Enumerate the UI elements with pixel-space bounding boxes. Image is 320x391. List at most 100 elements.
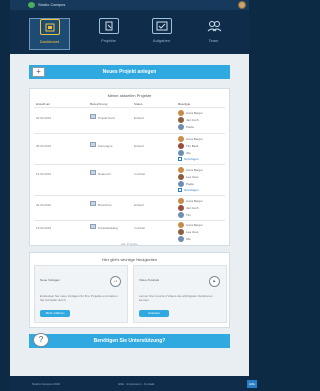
user-avatar-icon[interactable] xyxy=(238,1,246,9)
tip-body: Entdecken Sie neue Vorlagen für Ihre Pro… xyxy=(40,294,118,302)
row-name[interactable]: Relaunch xyxy=(98,172,111,176)
avatar xyxy=(178,150,184,156)
member-name: Anna Berger xyxy=(186,223,203,227)
footer-copyright: Studio Campus 2016 xyxy=(32,382,61,386)
member-name: Ole xyxy=(186,151,191,155)
play-icon[interactable]: ▶ xyxy=(209,276,220,287)
avatar xyxy=(178,117,184,123)
row-name[interactable]: Projekt Nord xyxy=(98,116,115,120)
add-member-icon[interactable] xyxy=(178,157,182,161)
new-project-button[interactable]: + Neues Projekt anlegen xyxy=(29,65,230,79)
member-name: Jan Koch xyxy=(186,206,199,210)
tip-title: Neue Vorlagen xyxy=(40,278,60,282)
column-header: Erstellt am xyxy=(36,102,51,106)
avatar xyxy=(178,174,184,180)
member-name: Tim Beck xyxy=(186,144,199,148)
member-name: Paula xyxy=(186,125,194,129)
row-status: Entwurf xyxy=(134,203,145,207)
column-header: Beteiligte xyxy=(178,102,191,106)
row-date: 19.02.2016 xyxy=(36,226,52,230)
row-name[interactable]: Produktkatalog xyxy=(98,226,118,230)
avatar xyxy=(178,167,184,173)
divider xyxy=(34,195,225,196)
avatar xyxy=(178,110,184,116)
tip-card: Neue Vorlagen +1 Entdecken Sie neue Vorl… xyxy=(34,265,128,323)
main-nav: Dashboard Projekte Aufgaben Team xyxy=(10,10,249,64)
divider xyxy=(34,220,225,221)
avatar xyxy=(178,136,184,142)
row-status: In Arbeit xyxy=(134,172,146,176)
row-date: 02.03.2016 xyxy=(36,203,52,207)
member-name: Anna Berger xyxy=(186,111,203,115)
divider xyxy=(34,164,225,165)
help-button[interactable]: ? Benötigen Sie Unterstützung? xyxy=(29,333,230,348)
row-date: 28.03.2016 xyxy=(36,144,52,148)
tips-title: Hier gibt's wichtige Neuigkeiten xyxy=(101,257,158,262)
project-thumbnail-icon xyxy=(90,201,96,206)
member-name: Tim xyxy=(186,213,191,217)
add-member-link[interactable]: hinzufügen xyxy=(184,157,199,161)
help-label: Benötigen Sie Unterstützung? xyxy=(93,338,166,344)
nav-projects[interactable]: Projekte xyxy=(88,18,129,50)
app-name: Studio Campus xyxy=(38,2,66,7)
nav-label: Dashboard xyxy=(39,39,60,44)
member-name: Anna Berger xyxy=(186,137,203,141)
nav-label: Aufgaben xyxy=(152,38,171,43)
row-name[interactable]: Broschüre xyxy=(98,203,112,207)
all-projects-link[interactable]: alle Projekte xyxy=(30,242,229,246)
row-date: 02.04.2016 xyxy=(36,116,52,120)
nav-dashboard[interactable]: Dashboard xyxy=(29,18,70,50)
member-name: Lea Voss xyxy=(186,230,199,234)
divider xyxy=(34,133,225,134)
tip-button[interactable]: Ansehen xyxy=(139,310,169,317)
avatar xyxy=(178,222,184,228)
project-thumbnail-icon xyxy=(90,114,96,119)
avatar xyxy=(178,229,184,235)
projects-icon xyxy=(98,18,119,34)
project-thumbnail-icon xyxy=(90,142,96,147)
footer-links[interactable]: Hilfe · Impressum · Kontakt xyxy=(118,382,154,386)
avatar xyxy=(178,124,184,130)
divider xyxy=(34,107,225,108)
avatar xyxy=(178,212,184,218)
help-badge[interactable]: Hilfe xyxy=(247,380,257,388)
nav-label: Projekte xyxy=(101,38,116,43)
avatar xyxy=(178,205,184,211)
project-thumbnail-icon xyxy=(90,224,96,229)
row-status: Entwurf xyxy=(134,144,145,148)
nav-team[interactable]: Team xyxy=(193,18,234,50)
tasks-icon xyxy=(151,18,172,34)
member-name: Jan Koch xyxy=(186,118,199,122)
nav-label: Team xyxy=(208,38,219,43)
add-member-icon[interactable] xyxy=(178,188,182,192)
projects-panel: Meine aktuellen Projekte Erstellt am Bez… xyxy=(29,88,230,246)
row-status: In Arbeit xyxy=(134,226,146,230)
top-bar: Studio Campus xyxy=(10,0,249,10)
projects-title: Meine aktuellen Projekte xyxy=(107,93,152,98)
member-name: Anna Berger xyxy=(186,168,203,172)
team-icon xyxy=(204,18,224,34)
column-header: Bezeichnung xyxy=(90,102,108,106)
member-name: Lea Voss xyxy=(186,175,199,179)
row-name[interactable]: Kampagne xyxy=(98,144,113,148)
member-name: Paula xyxy=(186,182,194,186)
tip-badge-icon: +1 xyxy=(110,276,121,287)
footer: Studio Campus 2016 Hilfe · Impressum · K… xyxy=(10,376,257,391)
avatar xyxy=(178,181,184,187)
column-header: Status xyxy=(134,102,143,106)
row-status: Entwurf xyxy=(134,116,145,120)
tip-button[interactable]: Mehr erfahren xyxy=(40,310,70,317)
tip-title: Video-Tutorials xyxy=(139,278,160,282)
active-indicator xyxy=(45,56,55,64)
member-name: Anna Berger xyxy=(186,199,203,203)
page: Studio Campus Dashboard Projekte Aufgabe… xyxy=(10,0,257,391)
tip-card: Video-Tutorials ▶ Lernen Sie in kurzen V… xyxy=(133,265,227,323)
new-project-label: Neues Projekt anlegen xyxy=(102,69,157,75)
member-name: Ole xyxy=(186,237,191,241)
project-thumbnail-icon xyxy=(90,170,96,175)
row-date: 14.03.2016 xyxy=(36,172,52,176)
nav-tasks[interactable]: Aufgaben xyxy=(141,18,182,50)
avatar xyxy=(178,198,184,204)
add-member-link[interactable]: hinzufügen xyxy=(184,188,199,192)
tips-panel: Hier gibt's wichtige Neuigkeiten Neue Vo… xyxy=(29,252,230,328)
